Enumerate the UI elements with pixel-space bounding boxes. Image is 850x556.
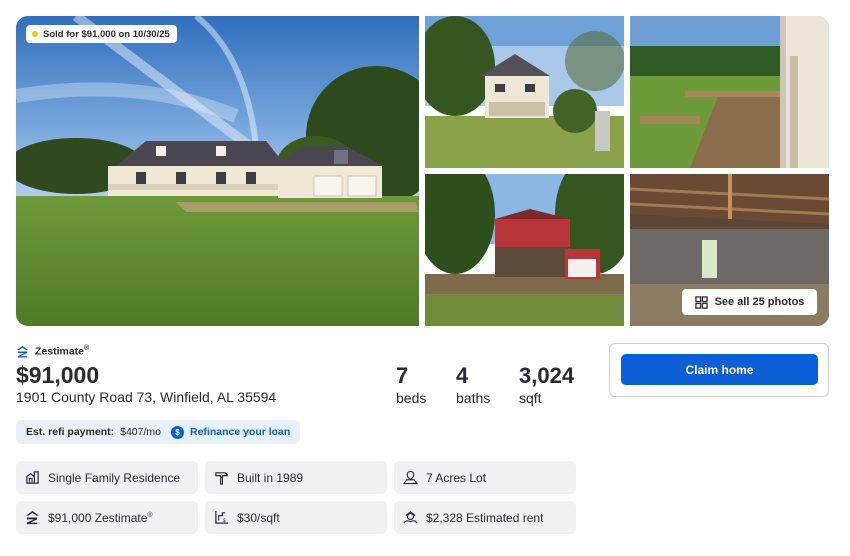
beds-count: 7	[396, 363, 409, 388]
photo-barn-interior[interactable]: See all 25 photos	[630, 174, 829, 326]
refinance-loan-link[interactable]: Refinance your loan	[190, 426, 290, 438]
beds-label: beds	[396, 390, 427, 406]
year-built-text: Built in 1989	[237, 470, 304, 485]
zestimate-icon	[25, 510, 40, 525]
fact-chip-price-per-sqft: $ $30/sqft	[205, 501, 387, 534]
sqft-label: sqft	[519, 390, 542, 406]
hammer-icon	[215, 472, 228, 485]
fact-chip-lot-size: 7 Acres Lot	[394, 461, 576, 494]
baths-label: baths	[456, 390, 491, 406]
photo-house-rear[interactable]	[425, 16, 624, 168]
estimated-rent-text: $2,328 Estimated rent	[426, 510, 544, 525]
rent-icon	[403, 511, 418, 524]
home-price: $91,000	[16, 362, 100, 388]
zestimate-header: Zestimate®	[16, 345, 89, 358]
baths-count: 4	[456, 363, 469, 388]
sold-badge-text: Sold for $91,000 on 10/30/25	[43, 28, 170, 40]
fact-chip-home-type: Single Family Residence	[16, 461, 198, 494]
lot-size-icon	[403, 470, 418, 485]
fact-chip-zestimate: $91,000 Zestimate®	[16, 501, 198, 534]
main-photo-house-exterior[interactable]: Sold for $91,000 on 10/30/25	[16, 16, 419, 326]
price-per-sqft-text: $30/sqft	[237, 510, 280, 525]
refi-payment-banner: Est. refi payment: $407/mo $ Refinance y…	[16, 420, 301, 444]
lot-size-text: 7 Acres Lot	[426, 470, 487, 485]
see-all-photos-button[interactable]: See all 25 photos	[682, 289, 817, 315]
zestimate-brand-label: Zestimate	[35, 345, 85, 358]
beds-fact: 7 beds	[396, 363, 427, 407]
grid-icon	[694, 295, 708, 309]
house-type-icon	[26, 471, 39, 484]
sqft-count: 3,024	[519, 363, 575, 388]
see-all-photos-label: See all 25 photos	[714, 296, 805, 308]
refi-payment-label: Est. refi payment:	[26, 426, 115, 438]
dollar-circle-icon: $	[170, 425, 184, 439]
home-address: 1901 County Road 73, Winfield, AL 35594	[16, 389, 277, 405]
claim-home-button[interactable]: Claim home	[621, 354, 818, 385]
photo-gallery: Sold for $91,000 on 10/30/25 See all 25 …	[16, 16, 829, 326]
svg-text:$: $	[222, 518, 226, 524]
refi-payment-value: $407/mo	[120, 426, 161, 438]
zestimate-value-text: $91,000 Zestimate	[48, 510, 148, 525]
fact-chip-estimated-rent: $2,328 Estimated rent	[394, 501, 576, 534]
sqft-fact: 3,024 sqft	[519, 363, 575, 407]
photo-red-barn[interactable]	[425, 174, 624, 326]
price-per-sqft-icon: $	[215, 510, 229, 524]
zillow-z-icon	[16, 345, 29, 358]
baths-fact: 4 baths	[456, 363, 491, 407]
claim-home-card: Claim home	[609, 343, 829, 397]
sold-badge: Sold for $91,000 on 10/30/25	[26, 25, 177, 43]
home-type-text: Single Family Residence	[48, 470, 181, 485]
sold-status-dot-icon	[32, 31, 38, 37]
zestimate-registered-mark: ®	[147, 511, 153, 519]
photo-wooden-deck[interactable]	[630, 16, 829, 168]
registered-mark: ®	[84, 345, 90, 353]
fact-chip-year-built: Built in 1989	[205, 461, 387, 494]
